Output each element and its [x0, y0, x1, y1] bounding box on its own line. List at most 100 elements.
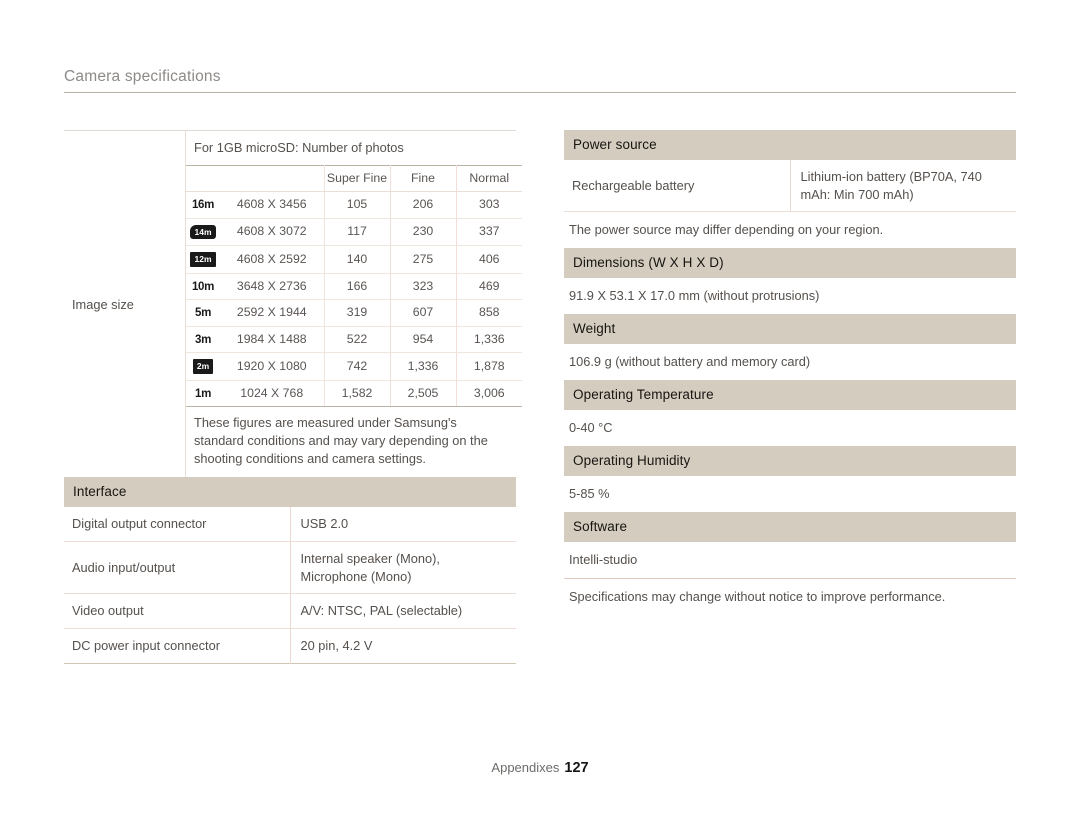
- table-row: 14m 4608 X 3072 117 230 337: [186, 218, 522, 246]
- page-footer: Appendixes 127: [0, 760, 1080, 776]
- resolution-value: 4608 X 3072: [220, 218, 325, 246]
- interface-row-value: Internal speaker (Mono), Microphone (Mon…: [300, 551, 440, 584]
- table-row: Digital output connector USB 2.0: [64, 507, 516, 542]
- right-column: Power source Rechargeable battery Lithiu…: [564, 130, 1016, 615]
- power-source-section-header-row: Power source: [564, 130, 1016, 160]
- res-badge-text: 2m: [192, 359, 214, 374]
- header-icon-col: [186, 165, 220, 192]
- header-resolution-col: [220, 165, 325, 192]
- dimensions-heading: Dimensions (W X H X D): [564, 248, 1016, 279]
- res-badge-text: 16m: [191, 199, 215, 211]
- resolution-badge-3m: 3m: [186, 326, 220, 353]
- table-row: Rechargeable battery Lithium-ion battery…: [564, 160, 1016, 212]
- software-section-header-row: Software: [564, 511, 1016, 542]
- interface-row-value: USB 2.0: [300, 516, 349, 532]
- page-title: Camera specifications: [64, 68, 221, 85]
- res-badge-text: 3m: [194, 333, 212, 346]
- table-row: 5m 2592 X 1944 319 607 858: [186, 299, 522, 327]
- super-fine-count: 166: [324, 273, 391, 300]
- photo-count-table: Super Fine Fine Normal 16m 4608 X 3456 1…: [186, 165, 522, 407]
- table-row: 106.9 g (without battery and memory card…: [564, 344, 1016, 380]
- power-source-note: The power source may differ depending on…: [569, 222, 884, 238]
- res-badge-text: 10m: [191, 280, 215, 293]
- fine-count: 2,505: [390, 380, 457, 407]
- normal-count: 858: [456, 299, 522, 327]
- title-divider: [64, 92, 1016, 93]
- interface-row-label: Audio input/output: [64, 541, 291, 594]
- resolution-value: 2592 X 1944: [220, 299, 325, 327]
- left-column: Image size For 1GB microSD: Number of ph…: [64, 130, 522, 664]
- normal-count: 1,336: [456, 326, 522, 353]
- image-size-body: For 1GB microSD: Number of photos Super …: [186, 131, 522, 477]
- table-row: 0-40 °C: [564, 410, 1016, 446]
- header-normal: Normal: [456, 165, 522, 192]
- interface-table: Interface Digital output connector USB 2…: [64, 477, 516, 664]
- normal-count: 337: [456, 218, 522, 246]
- interface-row-value: A/V: NTSC, PAL (selectable): [300, 603, 463, 619]
- res-badge-text: 12m: [190, 252, 216, 267]
- software-value: Intelli-studio: [569, 551, 638, 567]
- header-fine: Fine: [390, 165, 457, 192]
- fine-count: 230: [390, 218, 457, 246]
- table-row: 5-85 %: [564, 476, 1016, 512]
- table-row: 10m 3648 X 2736 166 323 469: [186, 273, 522, 300]
- resolution-value: 1024 X 768: [220, 380, 325, 407]
- table-header-row: Super Fine Fine Normal: [186, 165, 522, 192]
- weight-section-header-row: Weight: [564, 314, 1016, 345]
- table-row: 2m 1920 X 1080 742 1,336 1,878: [186, 352, 522, 381]
- interface-row-label: Digital output connector: [64, 507, 291, 542]
- dimensions-section-header-row: Dimensions (W X H X D): [564, 248, 1016, 279]
- super-fine-count: 319: [324, 299, 391, 327]
- interface-heading: Interface: [64, 477, 516, 508]
- operating-humidity-heading: Operating Humidity: [564, 445, 1016, 476]
- table-row: 1m 1024 X 768 1,582 2,505 3,006: [186, 380, 522, 407]
- normal-count: 303: [456, 191, 522, 219]
- resolution-value: 4608 X 2592: [220, 245, 325, 274]
- weight-value: 106.9 g (without battery and memory card…: [569, 354, 811, 370]
- resolution-badge-12m: 12m: [186, 245, 220, 274]
- resolution-badge-10m: 10m: [186, 273, 220, 300]
- interface-row-label: Video output: [64, 593, 291, 629]
- software-heading: Software: [564, 511, 1016, 542]
- dimensions-value: 91.9 X 53.1 X 17.0 mm (without protrusio…: [569, 288, 820, 304]
- fine-count: 323: [390, 273, 457, 300]
- image-size-footnote: These figures are measured under Samsung…: [194, 415, 488, 467]
- table-row: 3m 1984 X 1488 522 954 1,336: [186, 326, 522, 353]
- operating-temperature-heading: Operating Temperature: [564, 380, 1016, 411]
- super-fine-count: 522: [324, 326, 391, 353]
- power-source-row-label: Rechargeable battery: [564, 160, 791, 212]
- resolution-value: 1984 X 1488: [220, 326, 325, 353]
- power-source-row-value: Lithium-ion battery (BP70A, 740 mAh: Min…: [800, 169, 982, 202]
- fine-count: 954: [390, 326, 457, 353]
- header-super-fine: Super Fine: [324, 165, 391, 192]
- final-note: Specifications may change without notice…: [569, 588, 946, 604]
- fine-count: 1,336: [390, 352, 457, 381]
- power-source-heading: Power source: [564, 130, 1016, 160]
- table-row: DC power input connector 20 pin, 4.2 V: [64, 628, 516, 664]
- operating-humidity-section-header-row: Operating Humidity: [564, 445, 1016, 476]
- footer-page-number: 127: [564, 760, 589, 776]
- interface-row-label: DC power input connector: [64, 628, 291, 664]
- image-size-block: Image size For 1GB microSD: Number of ph…: [64, 130, 522, 478]
- normal-count: 469: [456, 273, 522, 300]
- super-fine-count: 742: [324, 352, 391, 381]
- final-note-row: Specifications may change without notice…: [564, 578, 1016, 614]
- interface-section-header-row: Interface: [64, 477, 516, 508]
- super-fine-count: 1,582: [324, 380, 391, 407]
- resolution-badge-5m: 5m: [186, 299, 220, 327]
- resolution-badge-14m: 14m: [186, 218, 220, 246]
- image-size-label: Image size: [64, 131, 186, 478]
- interface-row-value: 20 pin, 4.2 V: [300, 638, 373, 654]
- microsd-heading: For 1GB microSD: Number of photos: [194, 140, 404, 155]
- super-fine-count: 140: [324, 245, 391, 274]
- normal-count: 1,878: [456, 352, 522, 381]
- res-badge-text: 5m: [194, 307, 212, 319]
- resolution-value: 3648 X 2736: [220, 273, 325, 300]
- operating-temperature-section-header-row: Operating Temperature: [564, 380, 1016, 411]
- table-row: Video output A/V: NTSC, PAL (selectable): [64, 593, 516, 629]
- table-row: 12m 4608 X 2592 140 275 406: [186, 245, 522, 274]
- camera-specifications-page: Camera specifications Image size For 1GB…: [0, 0, 1080, 815]
- table-row: 16m 4608 X 3456 105 206 303: [186, 191, 522, 219]
- res-badge-text: 14m: [190, 224, 216, 239]
- table-row: Audio input/output Internal speaker (Mon…: [64, 541, 516, 594]
